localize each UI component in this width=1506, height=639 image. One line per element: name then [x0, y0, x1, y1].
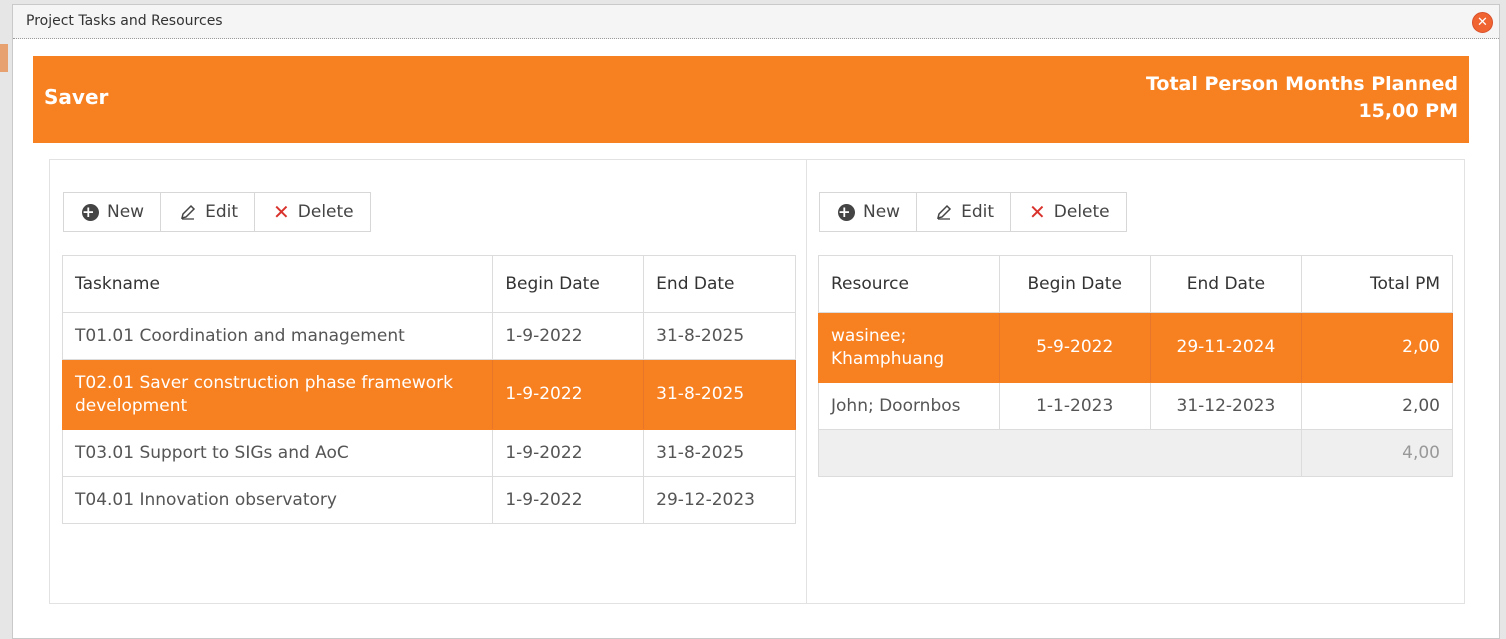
tasks-toolbar: + New Edit ✕ Delete [63, 192, 371, 232]
resources-new-button[interactable]: + New [820, 193, 918, 231]
task-end: 31-8-2025 [643, 359, 796, 430]
dialog-titlebar: Project Tasks and Resources ✕ [13, 5, 1499, 39]
resource-begin: 1-1-2023 [998, 382, 1151, 430]
resource-name: John; Doornbos [818, 382, 1000, 430]
panel-divider [806, 160, 807, 603]
task-name: T01.01 Coordination and management [61, 312, 494, 360]
task-end: 31-8-2025 [643, 429, 796, 477]
dialog-title: Project Tasks and Resources [26, 13, 223, 29]
col-begin-date[interactable]: Begin Date [492, 255, 645, 313]
resources-edit-button[interactable]: Edit [917, 193, 1012, 231]
pencil-icon [935, 203, 953, 221]
col-end-date[interactable]: End Date [643, 255, 796, 313]
tasks-header-row: Taskname Begin Date End Date [61, 255, 796, 313]
tasks-table: Taskname Begin Date End Date T01.01 Coor… [61, 255, 796, 524]
table-row[interactable]: John; Doornbos 1-1-2023 31-12-2023 2,00 [818, 382, 1453, 430]
table-row-selected[interactable]: T02.01 Saver construction phase framewor… [61, 359, 796, 430]
project-name: Saver [44, 85, 109, 109]
resource-pm: 2,00 [1301, 382, 1453, 430]
task-begin: 1-9-2022 [492, 312, 645, 360]
resources-edit-label: Edit [961, 202, 995, 222]
tasks-new-button[interactable]: + New [64, 193, 162, 231]
resource-name: wasinee; Khamphuang [818, 312, 1000, 383]
resources-delete-label: Delete [1053, 202, 1110, 222]
task-begin: 1-9-2022 [492, 359, 645, 430]
project-tasks-dialog: Project Tasks and Resources ✕ Saver Tota… [12, 4, 1500, 639]
table-row[interactable]: T01.01 Coordination and management 1-9-2… [61, 312, 796, 360]
task-name: T04.01 Innovation observatory [61, 476, 494, 524]
resources-new-label: New [863, 202, 901, 222]
pencil-icon [179, 203, 197, 221]
col-total-pm[interactable]: Total PM [1301, 255, 1453, 313]
resources-total-value: 4,00 [1301, 429, 1453, 477]
table-row[interactable]: T04.01 Innovation observatory 1-9-2022 2… [61, 476, 796, 524]
resources-header-row: Resource Begin Date End Date Total PM [818, 255, 1453, 313]
resources-toolbar: + New Edit ✕ Delete [819, 192, 1127, 232]
delete-x-icon: ✕ [273, 200, 290, 224]
resources-delete-button[interactable]: ✕ Delete [1011, 193, 1126, 231]
resource-pm: 2,00 [1301, 312, 1453, 383]
table-row[interactable]: T03.01 Support to SIGs and AoC 1-9-2022 … [61, 429, 796, 477]
resource-end: 31-12-2023 [1149, 382, 1303, 430]
panels-container: + New Edit ✕ Delete Taskname Begin Date [49, 159, 1465, 604]
backdrop-strip [0, 44, 8, 72]
resources-table: Resource Begin Date End Date Total PM wa… [817, 255, 1453, 477]
col-taskname[interactable]: Taskname [61, 255, 494, 313]
task-begin: 1-9-2022 [492, 476, 645, 524]
plus-circle-icon: + [838, 203, 855, 221]
close-icon[interactable]: ✕ [1472, 12, 1493, 33]
tasks-delete-button[interactable]: ✕ Delete [255, 193, 370, 231]
delete-x-icon: ✕ [1029, 200, 1046, 224]
plus-circle-icon: + [82, 203, 99, 221]
total-pm-block: Total Person Months Planned 15,00 PM [1146, 71, 1458, 125]
tasks-new-label: New [107, 202, 145, 222]
project-banner: Saver Total Person Months Planned 15,00 … [33, 56, 1469, 143]
task-name: T03.01 Support to SIGs and AoC [61, 429, 494, 477]
table-row-selected[interactable]: wasinee; Khamphuang 5-9-2022 29-11-2024 … [818, 312, 1453, 383]
col-begin-date[interactable]: Begin Date [998, 255, 1151, 313]
resources-total-row: 4,00 [817, 429, 1453, 477]
task-name: T02.01 Saver construction phase framewor… [61, 359, 494, 430]
tasks-edit-label: Edit [205, 202, 239, 222]
col-resource[interactable]: Resource [818, 255, 1000, 313]
task-end: 31-8-2025 [643, 312, 796, 360]
task-begin: 1-9-2022 [492, 429, 645, 477]
resource-end: 29-11-2024 [1149, 312, 1303, 383]
total-pm-value: 15,00 PM [1358, 100, 1458, 122]
tasks-delete-label: Delete [297, 202, 354, 222]
task-end: 29-12-2023 [643, 476, 796, 524]
resource-begin: 5-9-2022 [998, 312, 1151, 383]
total-pm-label: Total Person Months Planned [1145, 73, 1458, 95]
col-end-date[interactable]: End Date [1149, 255, 1303, 313]
total-row-spacer [817, 429, 1303, 477]
tasks-edit-button[interactable]: Edit [161, 193, 256, 231]
